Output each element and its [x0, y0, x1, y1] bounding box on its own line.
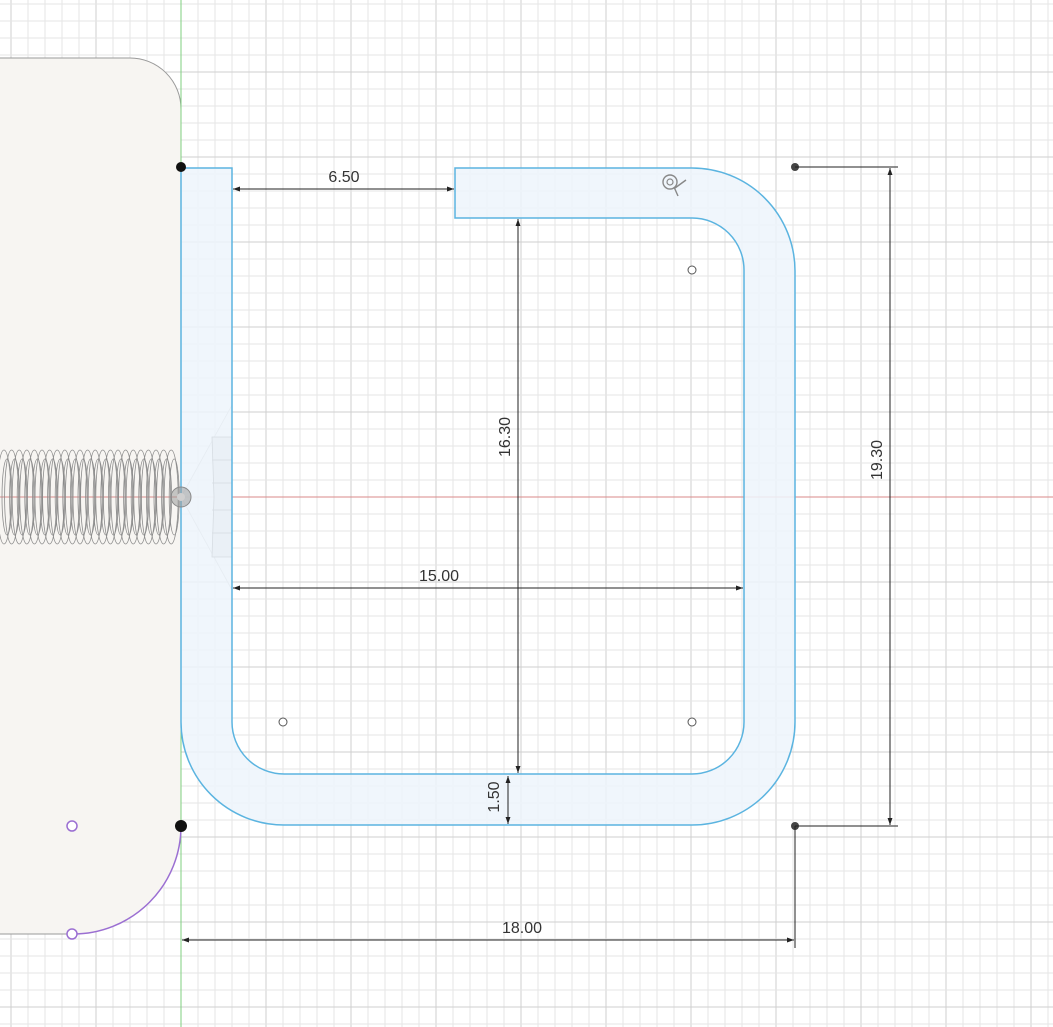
dim-inner-height-label[interactable]: 16.30 [497, 417, 514, 457]
sketch-canvas[interactable]: 6.50 16.30 15.00 1.50 18.00 19.30 [0, 0, 1053, 1027]
fixed-point[interactable] [176, 162, 186, 172]
selected-point[interactable] [66, 928, 78, 940]
dim-gap-label[interactable]: 6.50 [328, 169, 359, 186]
body-top-region [0, 58, 181, 168]
dim-outer-width-label[interactable]: 18.00 [502, 920, 542, 937]
origin-icon[interactable] [170, 486, 192, 508]
sketch-point[interactable] [687, 265, 697, 275]
sketch-point[interactable] [687, 717, 697, 727]
dim-wall-label[interactable]: 1.50 [486, 781, 503, 812]
dim-outer-height-label[interactable]: 19.30 [869, 440, 886, 480]
sketch-point[interactable] [278, 717, 288, 727]
dim-inner-width-label[interactable]: 15.00 [419, 568, 459, 585]
fixed-point[interactable] [175, 820, 187, 832]
body-bottom-region [0, 826, 181, 934]
selected-point[interactable] [66, 820, 78, 832]
